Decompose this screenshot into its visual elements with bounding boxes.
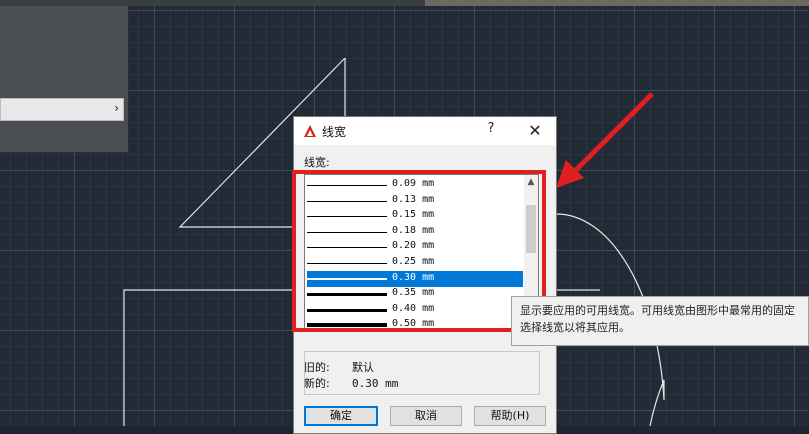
lineweight-list-label: 线宽: [304,156,330,169]
lineweight-tooltip: 显示要应用的可用线宽。可用线宽由图形中最常用的固定 选择线宽以将其应用。 [511,296,809,346]
dialog-titlebar[interactable]: 线宽 ? ✕ [294,117,556,145]
close-button[interactable]: ✕ [524,120,546,142]
new-lineweight-row: 新的: 0.30 mm [304,375,398,391]
cancel-button[interactable]: 取消 [390,406,462,426]
annotation-arrow-shaft [566,92,654,180]
help-button[interactable]: 帮助(H) [474,406,546,426]
dialog-title: 线宽 [322,125,347,139]
autocad-logo-icon [304,125,316,137]
red-highlight-box [292,170,546,332]
new-label: 新的: [304,377,330,390]
help-question-button[interactable]: ? [482,121,500,141]
ok-button[interactable]: 确定 [304,406,378,426]
old-label: 旧的: [304,361,330,374]
tooltip-line-1: 显示要应用的可用线宽。可用线宽由图形中最常用的固定 [520,304,795,317]
tooltip-line-2: 选择线宽以将其应用。 [520,321,630,334]
old-value: 默认 [352,361,374,374]
old-lineweight-row: 旧的: 默认 [304,359,374,375]
new-value: 0.30 mm [352,377,399,390]
